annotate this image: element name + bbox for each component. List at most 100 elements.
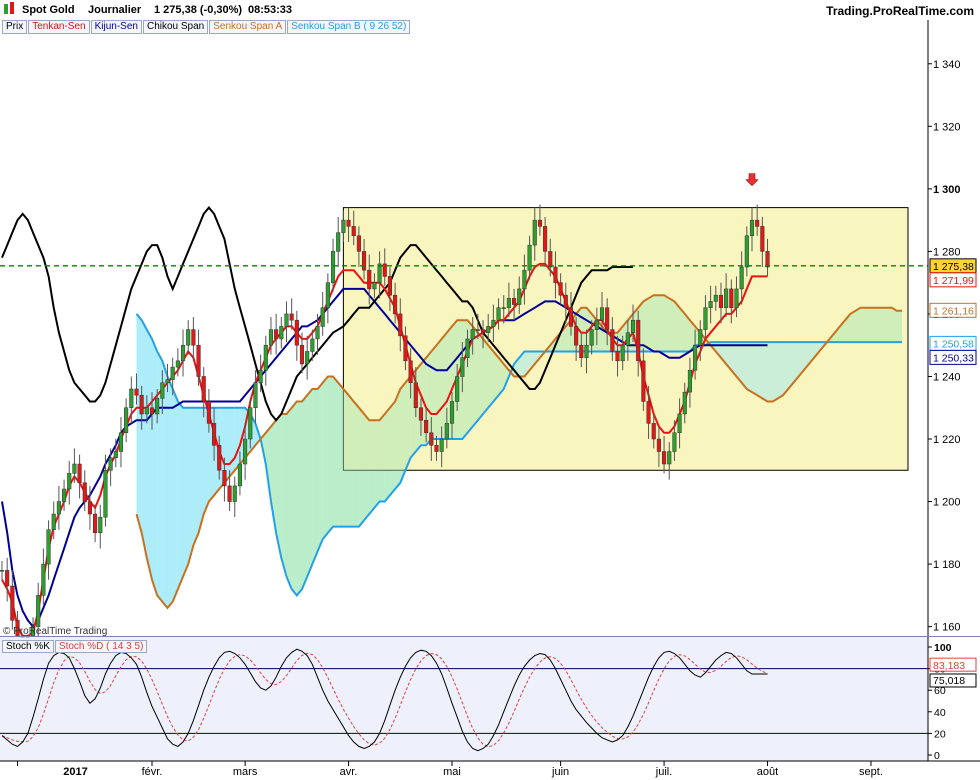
candle [248, 407, 253, 440]
candle [299, 344, 305, 365]
cloud-segment-overlay [855, 307, 861, 343]
cloud-segment-overlay [234, 407, 240, 471]
site-link[interactable]: Trading.ProRealTime.com [826, 4, 974, 18]
candle [93, 513, 98, 534]
candle [641, 360, 646, 402]
cloud-segment-overlay [788, 342, 794, 389]
stoch-tick-label: 100 [934, 642, 952, 654]
candle-icon-2 [10, 2, 14, 14]
y-tick-label: 1 180 [933, 559, 961, 571]
candle [568, 307, 574, 327]
candle [496, 307, 501, 321]
watermark: © ProRealTime Trading [3, 626, 107, 637]
candle [455, 376, 460, 402]
cloud-segment-overlay [203, 407, 209, 515]
legend-kijun[interactable]: Kijun-Sen [90, 20, 142, 34]
x-tick-label: mai [443, 766, 461, 778]
candle [729, 288, 734, 308]
candle [149, 407, 155, 415]
cloud-segment-overlay [674, 301, 680, 352]
candle [346, 219, 351, 227]
x-tick-label: août [757, 766, 778, 778]
candle [134, 388, 139, 396]
candle [755, 219, 760, 227]
candle [227, 485, 232, 502]
candle [449, 401, 455, 424]
stoch-d-legend[interactable]: Stoch %D ( 14 3 5) [54, 640, 148, 653]
candle [543, 226, 548, 252]
candle [82, 482, 87, 502]
candle [0, 570, 5, 572]
cloud-segment-overlay [333, 376, 339, 527]
cloud-segment-overlay [648, 295, 654, 352]
candle [434, 445, 439, 452]
candle [724, 288, 729, 308]
candle [325, 282, 330, 308]
cloud-segment-overlay [488, 345, 494, 408]
cloud-segment-overlay [658, 295, 665, 352]
legend-senkou-b-params: ( 9 26 52) [363, 21, 407, 32]
candle [191, 329, 196, 346]
y-tick-label: 1 280 [933, 246, 961, 258]
candle [51, 513, 56, 530]
candle [667, 451, 672, 465]
cloud-segment-overlay [353, 401, 359, 527]
cloud-segment-overlay [886, 307, 892, 343]
cloud-segment-overlay [752, 342, 758, 396]
cloud-segment-overlay [374, 420, 380, 508]
legend-chikou[interactable]: Chikou Span [142, 20, 209, 34]
legend-tenkan[interactable]: Tenkan-Sen [28, 20, 90, 34]
chart-canvas: 1 3401 3201 3001 2801 2601 2401 2201 200… [0, 0, 980, 780]
legend-senkou-a[interactable]: Senkou Span A [209, 20, 287, 34]
y-tick-label: 1 340 [933, 59, 961, 71]
candle [315, 326, 320, 340]
candle [599, 307, 605, 321]
cloud-segment-overlay [669, 298, 675, 352]
stoch-tick-label: 20 [934, 728, 946, 740]
candle [165, 379, 170, 383]
candle [367, 269, 372, 290]
stoch-panel [0, 637, 928, 761]
y-tick-label: 1 160 [933, 622, 961, 634]
stoch-params: ( 14 3 5) [106, 641, 144, 652]
candle [620, 344, 625, 362]
candle [222, 470, 227, 487]
candle [594, 319, 599, 330]
candle [718, 294, 724, 308]
price-label-kijun: 1 250,33 [933, 352, 974, 364]
legend-prix[interactable]: Prix [2, 20, 28, 34]
candle [180, 344, 186, 362]
cloud-segment-overlay [369, 420, 375, 515]
candle [212, 423, 217, 446]
candle [351, 226, 356, 237]
cloud-segment-overlay [865, 307, 871, 343]
cloud-segment-overlay [436, 338, 442, 440]
y-tick-label: 1 320 [933, 121, 961, 133]
cloud-segment-overlay [379, 413, 385, 502]
indicator-legend: Prix Tenkan-Sen Kijun-Sen Chikou Span Se… [2, 20, 411, 34]
stoch-d-label: Stoch %D [58, 641, 104, 652]
candle [56, 501, 61, 515]
cloud-segment-overlay [286, 407, 292, 590]
instrument-name: Spot Gold [22, 4, 75, 16]
price-label-last: 1 275,38 [933, 261, 974, 273]
candle [196, 344, 201, 377]
candle [382, 263, 387, 277]
cloud-segment-overlay [405, 376, 411, 471]
candle [418, 407, 424, 421]
stoch-k-label[interactable]: Stoch %K [2, 640, 54, 653]
legend-senkou-b[interactable]: Senkou Span B ( 9 26 52) [287, 20, 411, 34]
candle [537, 219, 542, 227]
cloud-segment-overlay [312, 388, 318, 565]
cloud-segment-overlay [643, 298, 649, 352]
candle [506, 298, 511, 308]
candle [160, 382, 165, 399]
candle [744, 235, 749, 268]
cloud-segment-overlay [493, 351, 499, 402]
candle [558, 282, 563, 296]
cloud-segment-overlay [870, 307, 877, 343]
cloud-segment-overlay [746, 342, 752, 393]
cloud-segment-overlay [167, 376, 173, 608]
candle [186, 329, 191, 346]
cloud-segment-overlay [146, 329, 152, 580]
